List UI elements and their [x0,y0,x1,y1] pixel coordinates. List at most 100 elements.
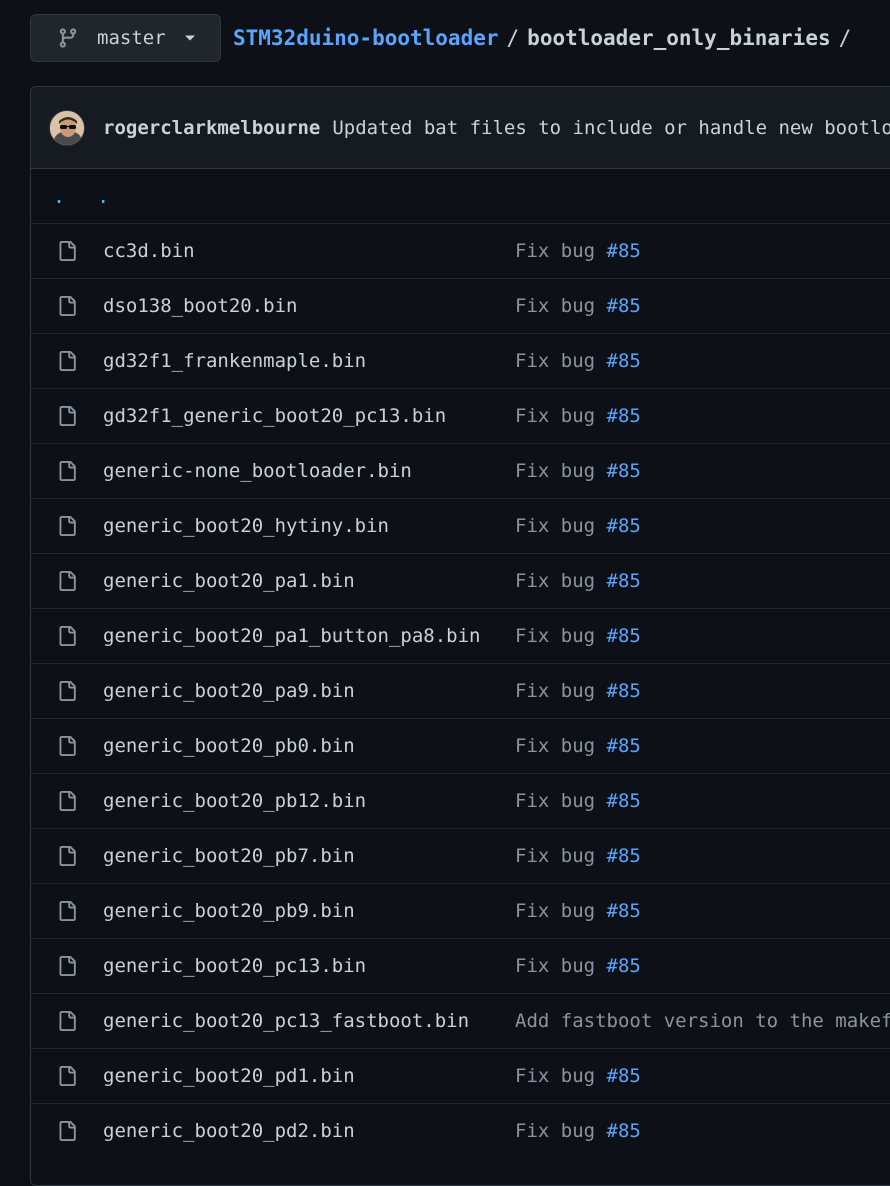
file-row[interactable]: gd32f1_frankenmaple.bin Fix bug #85 [31,333,890,388]
file-commit-message[interactable]: Fix bug #85 [515,1065,641,1087]
file-commit-message[interactable]: Fix bug #85 [515,955,641,977]
parent-directory-link[interactable]: . . [53,184,119,208]
commit-message[interactable]: Updated bat files to include or handle n… [332,117,890,139]
file-row[interactable]: dso138_boot20.bin Fix bug #85 [31,278,890,333]
parent-directory-row[interactable]: . . [31,169,890,223]
commit-message-text[interactable]: Fix bug [515,1065,607,1087]
file-commit-message[interactable]: Fix bug #85 [515,900,641,922]
file-name-link[interactable]: generic_boot20_pb9.bin [103,900,355,922]
file-name-link[interactable]: dso138_boot20.bin [103,295,297,317]
file-name-link[interactable]: generic_boot20_pc13_fastboot.bin [103,1010,469,1032]
file-name-link[interactable]: gd32f1_frankenmaple.bin [103,350,366,372]
file-name-link[interactable]: gd32f1_generic_boot20_pc13.bin [103,405,446,427]
commit-message-text[interactable]: Fix bug [515,955,607,977]
file-commit-message[interactable]: Fix bug #85 [515,350,641,372]
file-row[interactable]: generic_boot20_pa1_button_pa8.bin Fix bu… [31,608,890,663]
commit-message-text[interactable]: Fix bug [515,460,607,482]
issue-link[interactable]: #85 [607,735,641,757]
file-icon [59,1066,76,1086]
commit-message-text[interactable]: Fix bug [515,405,607,427]
commit-message-text[interactable]: Fix bug [515,790,607,812]
file-row[interactable]: generic_boot20_pb0.bin Fix bug #85 [31,718,890,773]
file-row[interactable]: generic_boot20_pb12.bin Fix bug #85 [31,773,890,828]
file-name-link[interactable]: generic_boot20_hytiny.bin [103,515,389,537]
branch-name: master [97,27,166,49]
commit-message-text[interactable]: Fix bug [515,350,607,372]
file-row[interactable]: generic_boot20_pd2.bin Fix bug #85 [31,1103,890,1158]
commit-message-text[interactable]: Fix bug [515,680,607,702]
file-icon [59,296,76,316]
file-row[interactable]: generic_boot20_pb9.bin Fix bug #85 [31,883,890,938]
commit-message-text[interactable]: Fix bug [515,240,607,262]
file-commit-message[interactable]: Fix bug #85 [515,460,641,482]
commit-message-text[interactable]: Fix bug [515,295,607,317]
file-name-link[interactable]: generic_boot20_pb12.bin [103,790,366,812]
issue-link[interactable]: #85 [607,790,641,812]
file-commit-message[interactable]: Fix bug #85 [515,680,641,702]
file-name-link[interactable]: generic_boot20_pa9.bin [103,680,355,702]
file-row[interactable]: generic_boot20_pa1.bin Fix bug #85 [31,553,890,608]
commit-message-text[interactable]: Fix bug [515,900,607,922]
file-name-link[interactable]: generic-none_bootloader.bin [103,460,412,482]
file-name-link[interactable]: generic_boot20_pa1_button_pa8.bin [103,625,481,647]
commit-author[interactable]: rogerclarkmelbourne [103,117,320,139]
file-row[interactable]: generic_boot20_pb7.bin Fix bug #85 [31,828,890,883]
breadcrumb-separator: / [838,26,852,50]
issue-link[interactable]: #85 [607,460,641,482]
issue-link[interactable]: #85 [607,570,641,592]
issue-link[interactable]: #85 [607,900,641,922]
breadcrumb-current-dir: bootloader_only_binaries [527,26,831,50]
file-row[interactable]: gd32f1_generic_boot20_pc13.bin Fix bug #… [31,388,890,443]
file-row[interactable]: generic_boot20_pd1.bin Fix bug #85 [31,1048,890,1103]
file-name-link[interactable]: generic_boot20_pb7.bin [103,845,355,867]
issue-link[interactable]: #85 [607,1065,641,1087]
file-row[interactable]: generic_boot20_pc13.bin Fix bug #85 [31,938,890,993]
commit-message-text[interactable]: Fix bug [515,735,607,757]
file-commit-message[interactable]: Fix bug #85 [515,790,641,812]
file-name-link[interactable]: generic_boot20_pb0.bin [103,735,355,757]
commit-message-text[interactable]: Fix bug [515,625,607,647]
file-commit-message[interactable]: Fix bug #85 [515,515,641,537]
issue-link[interactable]: #85 [607,295,641,317]
file-commit-message[interactable]: Fix bug #85 [515,845,641,867]
file-icon [59,406,76,426]
file-name-link[interactable]: cc3d.bin [103,240,195,262]
file-commit-message[interactable]: Fix bug #85 [515,240,641,262]
file-name-link[interactable]: generic_boot20_pa1.bin [103,570,355,592]
issue-link[interactable]: #85 [607,625,641,647]
file-commit-message[interactable]: Fix bug #85 [515,405,641,427]
file-commit-message[interactable]: Fix bug #85 [515,570,641,592]
breadcrumb-repo-link[interactable]: STM32duino-bootloader [233,26,499,50]
file-name-link[interactable]: generic_boot20_pc13.bin [103,955,366,977]
commit-message-text[interactable]: Add fastboot version to the makefile [515,1010,890,1032]
file-icon [59,461,76,481]
avatar[interactable] [49,109,85,146]
commit-message-text[interactable]: Fix bug [515,515,607,537]
issue-link[interactable]: #85 [607,405,641,427]
file-commit-message[interactable]: Fix bug #85 [515,295,641,317]
issue-link[interactable]: #85 [607,680,641,702]
file-row[interactable]: generic_boot20_pa9.bin Fix bug #85 [31,663,890,718]
file-commit-message[interactable]: Fix bug #85 [515,1120,641,1142]
file-icon [59,1121,76,1141]
file-commit-message[interactable]: Fix bug #85 [515,735,641,757]
commit-message-text[interactable]: Fix bug [515,845,607,867]
issue-link[interactable]: #85 [607,845,641,867]
file-row[interactable]: cc3d.bin Fix bug #85 [31,223,890,278]
file-row[interactable]: generic-none_bootloader.bin Fix bug #85 [31,443,890,498]
commit-message-text[interactable]: Fix bug [515,1120,607,1142]
issue-link[interactable]: #85 [607,955,641,977]
file-row[interactable]: generic_boot20_hytiny.bin Fix bug #85 [31,498,890,553]
file-commit-message[interactable]: Add fastboot version to the makefile [515,1010,890,1032]
issue-link[interactable]: #85 [607,350,641,372]
file-row[interactable]: generic_boot20_pc13_fastboot.bin Add fas… [31,993,890,1048]
branch-selector-button[interactable]: master [30,14,221,62]
file-commit-message[interactable]: Fix bug #85 [515,625,641,647]
issue-link[interactable]: #85 [607,515,641,537]
commit-message-text[interactable]: Fix bug [515,570,607,592]
issue-link[interactable]: #85 [607,240,641,262]
file-name-link[interactable]: generic_boot20_pd1.bin [103,1065,355,1087]
issue-link[interactable]: #85 [607,1120,641,1142]
file-name-link[interactable]: generic_boot20_pd2.bin [103,1120,355,1142]
file-icon [59,956,76,976]
